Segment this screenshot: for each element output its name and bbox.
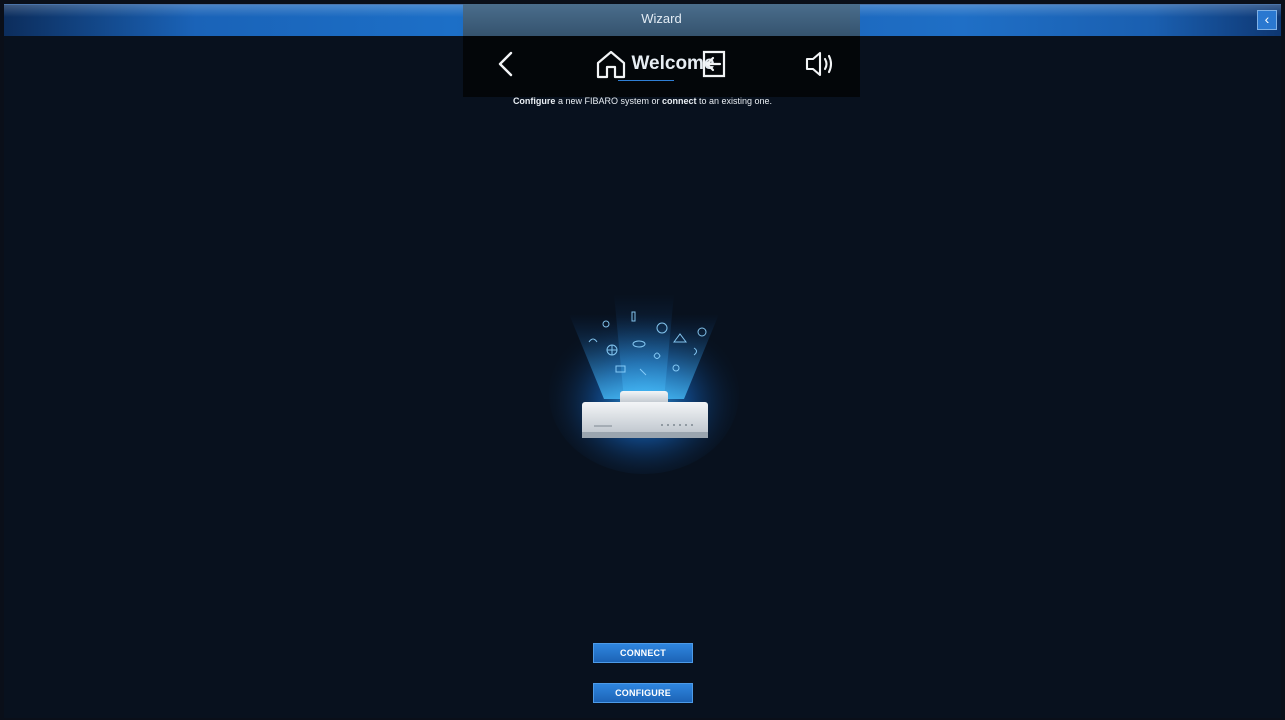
- chevron-left-icon: ‹: [1264, 11, 1270, 27]
- welcome-subtitle: Configure a new FIBARO system or connect…: [512, 96, 773, 106]
- exit-icon: [702, 50, 726, 78]
- title-underline: [618, 80, 674, 81]
- home-center-illustration: [544, 284, 744, 474]
- wizard-nav-bar: Welcome: [463, 36, 860, 97]
- exit-button[interactable]: [697, 46, 733, 82]
- corner-back-button[interactable]: ‹: [1257, 10, 1277, 30]
- sound-button[interactable]: [801, 46, 837, 82]
- app-window: Wizard ‹ Welcome Configure a new FIBARO …: [4, 4, 1281, 718]
- speaker-icon: [805, 51, 833, 77]
- wizard-title: Wizard: [641, 11, 682, 26]
- configure-button[interactable]: CONFIGURE: [593, 683, 693, 703]
- home-center-device-icon: [549, 294, 739, 474]
- back-button[interactable]: [489, 46, 525, 82]
- wizard-tab: Wizard: [463, 4, 860, 36]
- top-bar: Wizard ‹: [4, 4, 1281, 36]
- chevron-left-icon: [498, 51, 513, 77]
- connect-button[interactable]: CONNECT: [593, 643, 693, 663]
